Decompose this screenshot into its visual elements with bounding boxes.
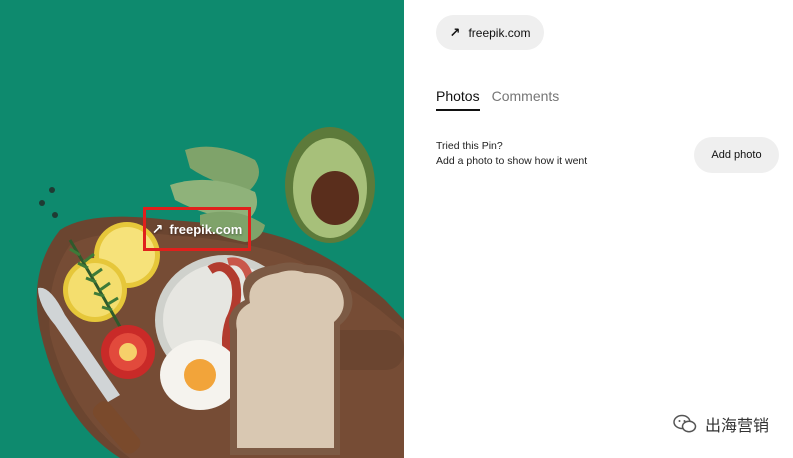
- wechat-icon: [673, 414, 697, 433]
- pin-details-panel: ↗ freepik.com Photos Comments Tried this…: [404, 0, 793, 458]
- tried-title: Tried this Pin?: [436, 140, 503, 152]
- watermark: 出海营销: [673, 412, 769, 436]
- arrow-up-right-icon: ↗: [151, 221, 164, 237]
- tab-photos[interactable]: Photos: [436, 88, 480, 111]
- source-link-button[interactable]: ↗ freepik.com: [436, 15, 544, 50]
- tried-description: Add a photo to show how it went: [436, 155, 588, 167]
- arrow-up-right-icon: ↗: [449, 24, 461, 40]
- source-overlay-label: freepik.com: [169, 221, 243, 237]
- tabs: Photos Comments: [436, 88, 559, 111]
- source-overlay-link[interactable]: ↗ freepik.com: [143, 207, 251, 251]
- pin-image[interactable]: ↗ freepik.com: [0, 0, 404, 458]
- watermark-text: 出海营销: [704, 418, 769, 435]
- source-link-label: freepik.com: [468, 25, 531, 40]
- add-photo-button[interactable]: Add photo: [694, 137, 779, 173]
- tab-comments[interactable]: Comments: [492, 88, 560, 111]
- tried-pin-prompt: Tried this Pin? Add a photo to show how …: [436, 139, 587, 169]
